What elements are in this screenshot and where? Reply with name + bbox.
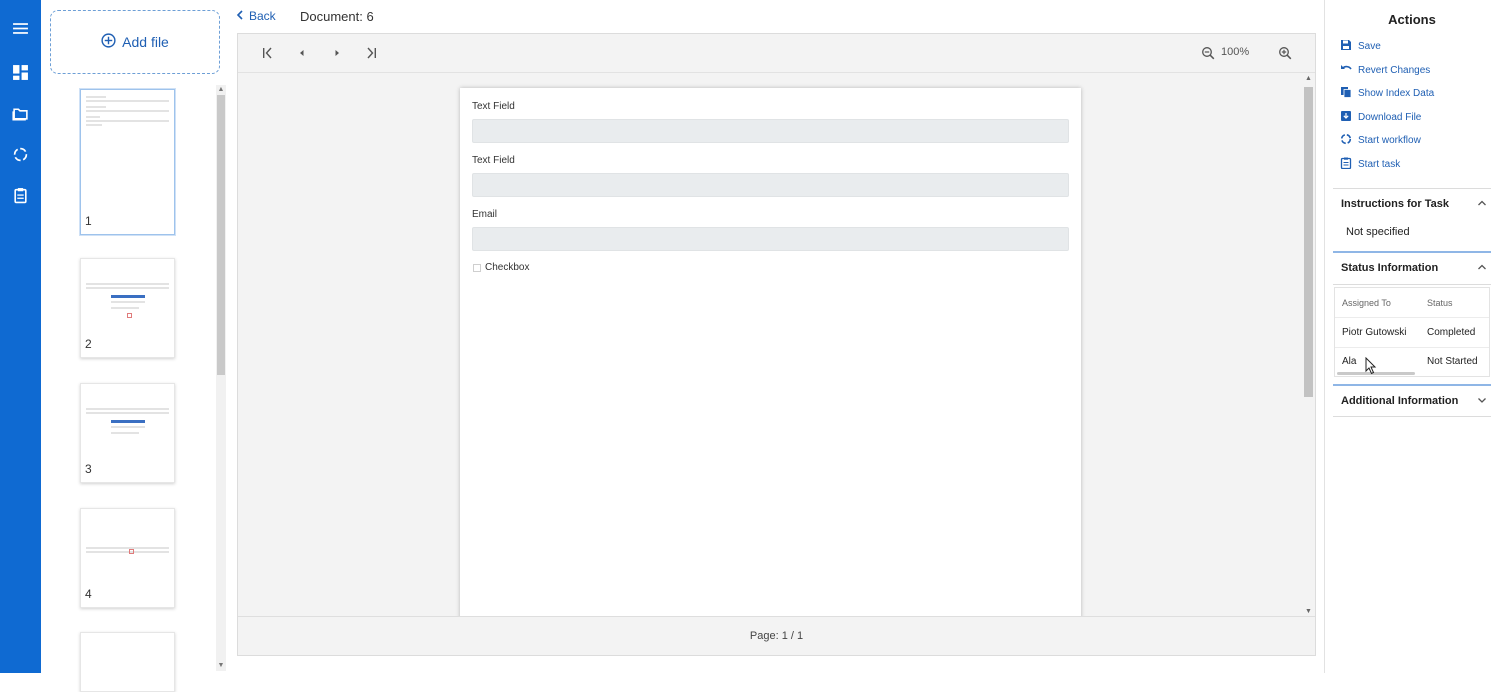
undo-icon xyxy=(1340,63,1352,78)
first-page-button[interactable] xyxy=(261,46,275,60)
scroll-up-icon[interactable]: ▲ xyxy=(1304,75,1313,82)
divider xyxy=(1333,284,1491,285)
scroll-up-icon[interactable]: ▲ xyxy=(216,85,226,95)
assigned-to-cell: Piotr Gutowski xyxy=(1342,327,1407,338)
email-field[interactable] xyxy=(472,227,1069,251)
chevron-left-icon xyxy=(235,9,245,23)
status-cell: Completed xyxy=(1427,327,1476,338)
viewer-scrollbar[interactable]: ▲ ▼ xyxy=(1302,74,1315,616)
folder-icon[interactable] xyxy=(11,104,29,122)
action-label: Start workflow xyxy=(1358,135,1421,146)
start-workflow-button[interactable]: Start workflow xyxy=(1340,133,1421,148)
action-label: Show Index Data xyxy=(1358,88,1435,99)
section-title: Additional Information xyxy=(1341,395,1459,407)
save-icon xyxy=(1340,39,1352,54)
viewer-footer: Page: 1 / 1 xyxy=(238,616,1315,655)
download-file-button[interactable]: Download File xyxy=(1340,110,1421,125)
divider xyxy=(1333,416,1491,417)
revert-changes-button[interactable]: Revert Changes xyxy=(1340,63,1430,78)
instructions-value: Not specified xyxy=(1346,226,1410,238)
column-header: Status xyxy=(1427,298,1453,308)
viewer-toolbar: 100% xyxy=(238,34,1315,73)
section-title: Status Information xyxy=(1341,262,1439,274)
action-label: Download File xyxy=(1358,112,1422,123)
back-label: Back xyxy=(249,9,276,23)
chevron-up-icon xyxy=(1477,262,1487,275)
thumbnail-panel: Add file 1 2 3 4 ▲ ▼ xyxy=(41,0,229,692)
zoom-in-icon[interactable] xyxy=(1278,46,1292,60)
document-title: Document: 6 xyxy=(300,9,374,24)
document-canvas: Text Field Text Field Email Checkbox xyxy=(238,74,1302,616)
instructions-section-header[interactable]: Instructions for Task xyxy=(1333,188,1491,220)
text-field-input-2[interactable] xyxy=(472,173,1069,197)
zoom-out-icon[interactable] xyxy=(1201,46,1215,60)
next-page-button[interactable] xyxy=(330,46,344,60)
thumbnail-scrollbar[interactable]: ▲ ▼ xyxy=(216,85,226,671)
dashboard-icon[interactable] xyxy=(11,63,29,81)
field-label: Email xyxy=(472,209,498,220)
page-thumbnail-4[interactable]: 4 xyxy=(80,508,175,608)
page-thumbnail-2[interactable]: 2 xyxy=(80,258,175,358)
workflow-icon xyxy=(1340,133,1352,148)
checkbox-label: Checkbox xyxy=(485,262,530,273)
back-button[interactable]: Back xyxy=(235,9,276,23)
thumbnail-number: 2 xyxy=(85,337,92,351)
additional-section-header[interactable]: Additional Information xyxy=(1333,385,1491,417)
workflow-icon[interactable] xyxy=(11,145,29,163)
nav-rail xyxy=(0,0,41,673)
scroll-down-icon[interactable]: ▼ xyxy=(216,661,226,671)
add-circle-icon xyxy=(101,33,116,51)
chevron-down-icon xyxy=(1477,395,1487,408)
column-header: Assigned To xyxy=(1342,298,1391,308)
download-icon xyxy=(1340,110,1352,125)
status-cell: Not Started xyxy=(1427,356,1478,367)
save-button[interactable]: Save xyxy=(1340,39,1381,54)
field-label: Text Field xyxy=(472,155,515,166)
menu-icon[interactable] xyxy=(11,19,29,37)
show-index-data-button[interactable]: Show Index Data xyxy=(1340,86,1434,101)
section-title: Instructions for Task xyxy=(1341,198,1449,210)
scroll-thumb[interactable] xyxy=(217,95,225,375)
page-thumbnail-1[interactable]: 1 xyxy=(80,89,175,235)
scroll-thumb[interactable] xyxy=(1304,87,1313,397)
action-label: Save xyxy=(1358,41,1381,52)
action-label: Revert Changes xyxy=(1358,65,1431,76)
scroll-down-icon[interactable]: ▼ xyxy=(1304,608,1313,615)
copy-icon xyxy=(1340,86,1352,101)
actions-title: Actions xyxy=(1388,12,1436,27)
last-page-button[interactable] xyxy=(364,46,378,60)
start-task-button[interactable]: Start task xyxy=(1340,157,1400,172)
page-thumbnail-5[interactable] xyxy=(80,632,175,692)
page-indicator: Page: 1 / 1 xyxy=(749,630,804,642)
status-table: Assigned To Status Piotr Gutowski Comple… xyxy=(1334,287,1490,377)
status-section-header[interactable]: Status Information xyxy=(1333,252,1491,284)
thumbnail-number: 3 xyxy=(85,462,92,476)
text-field-input-1[interactable] xyxy=(472,119,1069,143)
page-thumbnail-3[interactable]: 3 xyxy=(80,383,175,483)
previous-page-button[interactable] xyxy=(295,46,309,60)
checkbox[interactable] xyxy=(473,264,481,272)
mouse-cursor-icon xyxy=(1365,357,1377,375)
add-file-label: Add file xyxy=(122,34,169,50)
action-label: Start task xyxy=(1358,159,1401,170)
field-label: Text Field xyxy=(472,101,515,112)
assigned-to-cell: Ala xyxy=(1342,356,1357,367)
document-viewer: 100% Text Field Text Field Email Checkbo… xyxy=(237,33,1316,656)
clipboard-icon[interactable] xyxy=(11,186,29,204)
thumbnail-number: 4 xyxy=(85,587,92,601)
add-file-button[interactable]: Add file xyxy=(50,10,220,74)
actions-panel: Actions Save Revert Changes Show Index D… xyxy=(1324,0,1498,673)
zoom-level: 100% xyxy=(1221,46,1250,58)
clipboard-icon xyxy=(1340,157,1352,172)
thumbnail-number: 1 xyxy=(85,214,92,228)
document-page: Text Field Text Field Email Checkbox xyxy=(460,88,1081,616)
chevron-up-icon xyxy=(1477,198,1487,211)
